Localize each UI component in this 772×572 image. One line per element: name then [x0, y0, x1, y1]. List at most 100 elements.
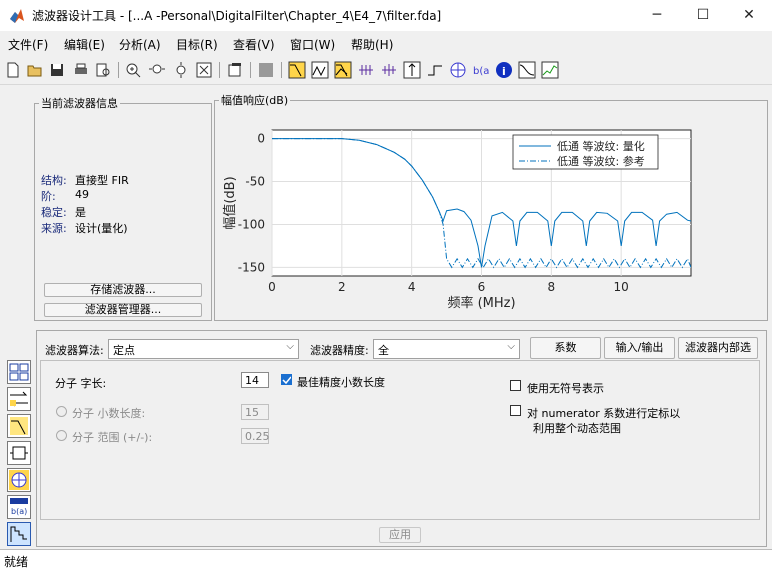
menu-help[interactable]: 帮助(H) [351, 36, 393, 53]
x-tick-label: 2 [338, 280, 346, 294]
range-radio[interactable] [56, 430, 67, 441]
zoom-x-icon[interactable] [148, 61, 166, 79]
zoom-in-icon[interactable] [124, 61, 142, 79]
tab-input-output[interactable]: 输入/输出 [604, 337, 675, 359]
svg-text:b(a): b(a) [473, 66, 490, 77]
x-tick-label: 10 [614, 280, 629, 294]
range-label: 分子 范围 (+/-): [72, 431, 153, 444]
pole-zero-icon[interactable] [449, 61, 467, 79]
best-precision-label: 最佳精度小数长度 [297, 376, 385, 389]
toolbar-separator [118, 62, 119, 78]
full-view-icon[interactable] [195, 61, 213, 79]
new-icon[interactable] [4, 61, 22, 79]
zoom-y-icon[interactable] [172, 61, 190, 79]
best-precision-checkbox[interactable] [281, 374, 292, 385]
structure-key: 结构: [41, 174, 67, 187]
legend-label-0: 低通 等波纹: 量化 [557, 139, 645, 153]
realize-model-icon[interactable] [7, 441, 31, 465]
y-axis-label: 幅值(dB) [222, 176, 238, 229]
phase-delay-icon[interactable] [380, 61, 398, 79]
svg-text:i: i [502, 65, 506, 78]
print-preview-icon[interactable] [94, 61, 112, 79]
close-button[interactable]: ✕ [726, 0, 772, 31]
step-response-icon[interactable] [426, 61, 444, 79]
design-filter-icon[interactable] [7, 360, 31, 384]
full-screen-icon[interactable] [257, 61, 275, 79]
menu-edit[interactable]: 编辑(E) [64, 36, 105, 53]
minimize-button[interactable]: ─ [634, 0, 680, 31]
y-tick-label: -50 [245, 175, 265, 189]
current-filter-info-legend: 当前滤波器信息 [41, 97, 118, 110]
filter-manager-button[interactable]: 滤波器管理器... [44, 303, 202, 317]
status-text: 就绪 [4, 555, 29, 569]
pole-zero-editor-icon[interactable] [7, 468, 31, 492]
toolbar-separator [281, 62, 282, 78]
frac-length-label: 分子 小数长度: [72, 407, 146, 420]
scale-numerator-checkbox[interactable] [510, 405, 521, 416]
order-key: 阶: [41, 190, 56, 203]
x-tick-label: 4 [408, 280, 416, 294]
x-axis-label: 频率 (MHz) [447, 295, 515, 311]
y-tick-label: 0 [257, 132, 265, 146]
range-input[interactable]: 0.25 [241, 428, 270, 444]
new-window-icon[interactable] [226, 61, 244, 79]
phase-response-icon[interactable] [311, 61, 329, 79]
magnitude-response-chart: 0 2 4 6 8 10 0 -50 -100 -150 频率 (MHz) 幅值(dB) 低通 等… [222, 129, 692, 311]
structure-value: 直接型 FIR [75, 174, 129, 187]
window-title: 滤波器设计工具 - [...A -Personal\DigitalFilter\… [32, 9, 442, 23]
tab-coefficients[interactable]: 系数 [530, 337, 601, 359]
svg-text:b(a): b(a) [11, 507, 27, 516]
filter-precision-label: 滤波器精度: [310, 344, 369, 357]
toolbar-separator [250, 62, 251, 78]
unsigned-label: 使用无符号表示 [527, 382, 604, 395]
numerator-wordlength-input[interactable]: 14 [241, 372, 269, 388]
noise-psd-icon[interactable] [518, 61, 536, 79]
menu-view[interactable]: 查看(V) [233, 36, 275, 53]
impulse-response-icon[interactable] [403, 61, 421, 79]
source-key: 来源: [41, 222, 67, 235]
info-icon[interactable]: i [495, 61, 513, 79]
order-value: 49 [75, 188, 89, 201]
toolbar-separator [219, 62, 220, 78]
menu-file[interactable]: 文件(F) [8, 36, 48, 53]
store-filter-button[interactable]: 存储滤波器... [44, 283, 202, 297]
title-bar: 滤波器设计工具 - [...A -Personal\DigitalFilter\… [0, 0, 772, 31]
menu-target[interactable]: 目标(R) [176, 36, 218, 53]
maximize-button[interactable]: ☐ [680, 0, 726, 31]
open-icon[interactable] [26, 61, 44, 79]
x-tick-label: 8 [548, 280, 556, 294]
menu-analysis[interactable]: 分析(A) [119, 36, 161, 53]
group-delay-icon[interactable] [357, 61, 375, 79]
toolbar: b(a) i [0, 57, 772, 85]
x-tick-label: 0 [268, 280, 276, 294]
filter-precision-select[interactable]: 全 ⌵ [373, 339, 520, 359]
unsigned-checkbox[interactable] [510, 380, 521, 391]
round-off-noise-icon[interactable] [541, 61, 559, 79]
import-filter-icon[interactable]: b(a) [7, 495, 31, 519]
chevron-down-icon: ⌵ [507, 341, 515, 352]
tab-filter-internals[interactable]: 滤波器内部选 [678, 337, 758, 359]
filter-algorithm-label: 滤波器算法: [45, 344, 104, 357]
status-bar: 就绪 [0, 549, 772, 572]
transform-filter-icon[interactable] [7, 387, 31, 411]
stable-value: 是 [75, 206, 86, 219]
save-icon[interactable] [48, 61, 66, 79]
menu-window[interactable]: 窗口(W) [290, 36, 335, 53]
chart-legend: 低通 等波纹: 量化低通 等波纹: 参考 [512, 134, 659, 170]
filter-algorithm-select[interactable]: 定点 ⌵ [108, 339, 299, 359]
apply-button[interactable]: 应用 [379, 527, 421, 543]
filter-precision-value: 全 [378, 344, 389, 357]
coefficients-icon[interactable]: b(a) [472, 61, 493, 79]
source-value: 设计(量化) [75, 222, 128, 235]
menu-bar: 文件(F) 编辑(E) 分析(A) 目标(R) 查看(V) 窗口(W) 帮助(H… [0, 31, 772, 57]
numerator-wordlength-label: 分子 字长: [55, 377, 107, 390]
frac-length-input[interactable]: 15 [241, 404, 269, 420]
magnitude-response-icon[interactable] [288, 61, 306, 79]
print-icon[interactable] [72, 61, 90, 79]
filter-algorithm-value: 定点 [113, 344, 135, 357]
frac-length-radio[interactable] [56, 406, 67, 417]
filter-design-mag-icon[interactable] [7, 414, 31, 438]
quantize-filter-icon[interactable] [7, 522, 31, 546]
magnitude-phase-icon[interactable] [334, 61, 352, 79]
legend-label-1: 低通 等波纹: 参考 [557, 154, 645, 168]
